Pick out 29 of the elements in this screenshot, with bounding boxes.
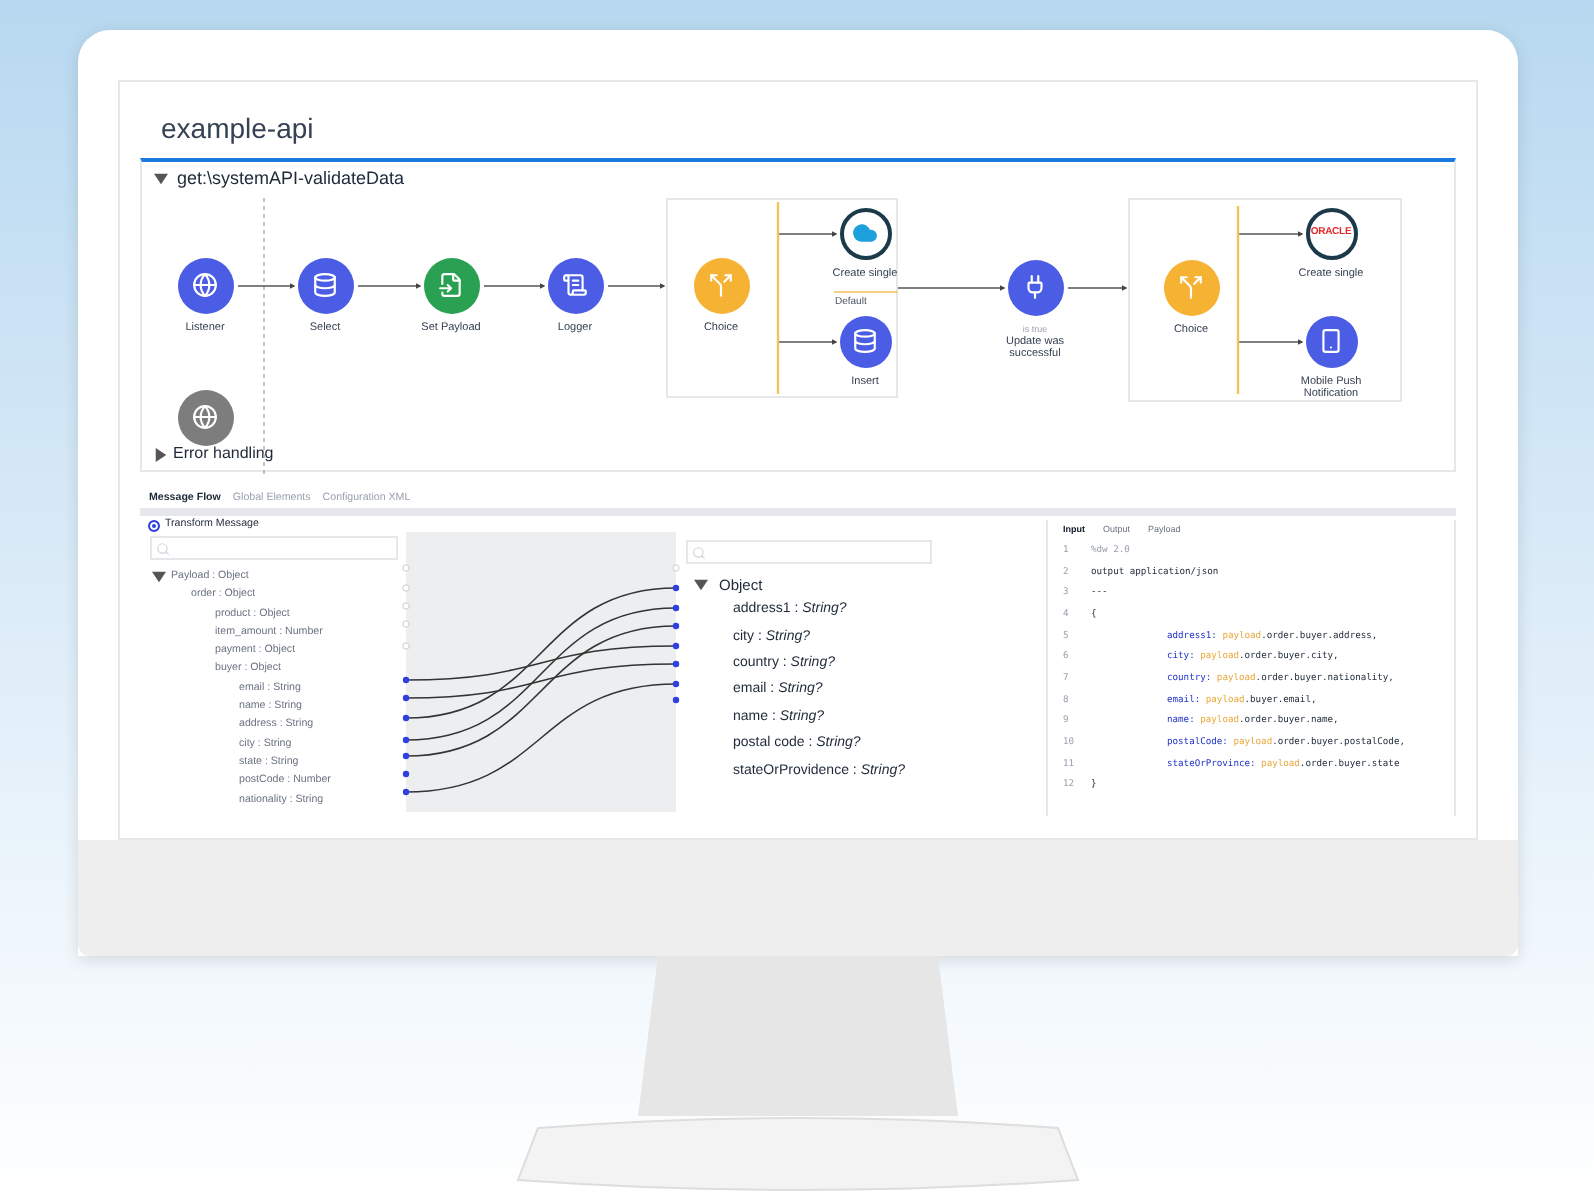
- smartphone-icon: [1318, 328, 1344, 355]
- flow-title[interactable]: get:\systemAPI-validateData: [177, 166, 405, 194]
- app-title: example-api: [161, 112, 314, 144]
- flow-node[interactable]: [1007, 259, 1063, 316]
- caret-icon[interactable]: [153, 172, 167, 187]
- search-icon: [155, 541, 169, 555]
- split-icon: [1178, 274, 1204, 301]
- database-icon: [312, 272, 338, 299]
- scroll-icon: [562, 272, 588, 299]
- cloud-icon: [852, 220, 878, 247]
- flow-node[interactable]: [547, 257, 603, 314]
- caret-icon[interactable]: [151, 570, 165, 585]
- globe-icon: [192, 272, 218, 299]
- error-handling-label[interactable]: Error handling: [173, 442, 274, 466]
- search-field[interactable]: [149, 536, 397, 560]
- split-icon: [708, 272, 734, 299]
- globe-icon: [192, 404, 218, 431]
- file-input-icon: [438, 272, 464, 299]
- search-icon: [691, 545, 705, 559]
- radio-button[interactable]: [147, 520, 159, 532]
- plug-icon: [1022, 274, 1048, 301]
- flow-node[interactable]: [177, 389, 233, 446]
- search-field[interactable]: [685, 540, 931, 564]
- caret-icon[interactable]: [153, 447, 167, 461]
- flow-node[interactable]: [423, 257, 479, 314]
- flow-node[interactable]: [297, 257, 353, 314]
- caret-icon[interactable]: [693, 578, 707, 593]
- flow-node[interactable]: [177, 257, 233, 314]
- database-icon: [852, 328, 878, 355]
